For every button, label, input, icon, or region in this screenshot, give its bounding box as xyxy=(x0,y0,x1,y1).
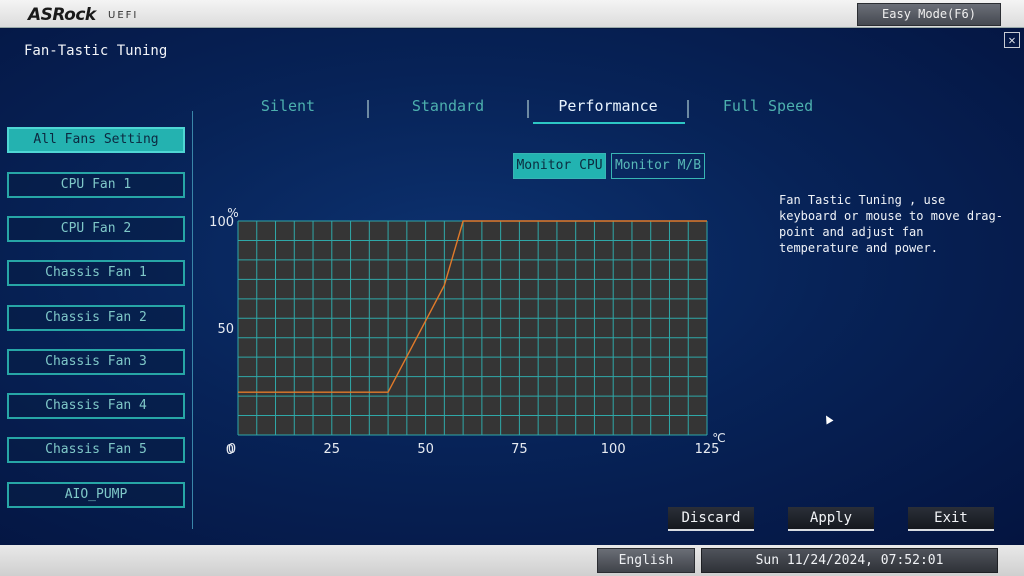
fan-item-all-fans-setting[interactable]: All Fans Setting xyxy=(7,127,185,153)
active-tab-indicator xyxy=(533,122,685,124)
tab-separator xyxy=(687,100,689,118)
x-axis-label: ℃ xyxy=(712,431,725,445)
fan-item-chassis-fan-5[interactable]: Chassis Fan 5 xyxy=(7,437,185,463)
fan-item-chassis-fan-3[interactable]: Chassis Fan 3 xyxy=(7,349,185,375)
tab-separator xyxy=(367,100,369,118)
mouse-cursor-icon xyxy=(822,413,834,425)
tab-full-speed[interactable]: Full Speed xyxy=(693,97,843,121)
y-tick-label: 0 xyxy=(226,443,234,458)
tab-silent[interactable]: Silent xyxy=(213,97,363,121)
fan-curve-chart[interactable]: 0 25 50 75 100 125050100%℃ xyxy=(209,174,730,458)
tab-performance[interactable]: Performance xyxy=(533,97,683,121)
x-tick-label: 75 xyxy=(511,442,528,457)
x-tick-label: 25 xyxy=(324,442,341,457)
sidebar-divider xyxy=(192,111,193,529)
datetime-display: Sun 11/24/2024, 07:52:01 xyxy=(701,548,998,573)
page-title: Fan-Tastic Tuning xyxy=(24,43,168,59)
tab-separator xyxy=(527,100,529,118)
bottom-bar: English Sun 11/24/2024, 07:52:01 xyxy=(0,545,1024,576)
language-button[interactable]: English xyxy=(597,548,695,573)
fan-item-chassis-fan-2[interactable]: Chassis Fan 2 xyxy=(7,305,185,331)
y-axis-label: % xyxy=(227,206,238,220)
x-tick-label: 100 xyxy=(601,442,626,457)
discard-button[interactable]: Discard xyxy=(668,507,754,531)
fan-item-cpu-fan-2[interactable]: CPU Fan 2 xyxy=(7,216,185,242)
tab-standard[interactable]: Standard xyxy=(373,97,523,121)
help-text: Fan Tastic Tuning , use keyboard or mous… xyxy=(779,193,1003,255)
apply-button[interactable]: Apply xyxy=(788,507,874,531)
y-tick-label: 50 xyxy=(217,322,234,337)
plot-background xyxy=(238,221,707,435)
fan-item-cpu-fan-1[interactable]: CPU Fan 1 xyxy=(7,172,185,198)
easy-mode-button[interactable]: Easy Mode(F6) xyxy=(857,3,1001,26)
close-icon[interactable]: ✕ xyxy=(1004,32,1020,48)
top-bar: ASRock UEFI Easy Mode(F6) xyxy=(0,0,1024,28)
asrock-logo: ASRock xyxy=(28,5,96,25)
main-panel: Fan-Tastic Tuning ✕ All Fans Setting CPU… xyxy=(0,29,1024,545)
fan-item-chassis-fan-4[interactable]: Chassis Fan 4 xyxy=(7,393,185,419)
exit-button[interactable]: Exit xyxy=(908,507,994,531)
fan-item-aio-pump[interactable]: AIO_PUMP xyxy=(7,482,185,508)
uefi-label: UEFI xyxy=(108,10,139,21)
fan-item-chassis-fan-1[interactable]: Chassis Fan 1 xyxy=(7,260,185,286)
x-tick-label: 50 xyxy=(417,442,434,457)
